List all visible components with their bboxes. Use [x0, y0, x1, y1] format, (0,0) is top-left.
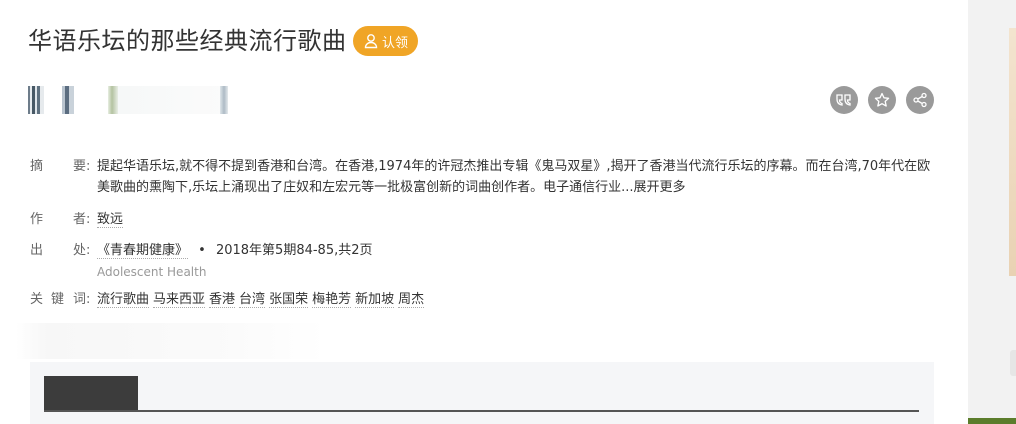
keywords-label: 关键词: [30, 292, 91, 307]
thumbnail-2[interactable] [62, 86, 74, 114]
keyword-link[interactable]: 马来西亚 [153, 292, 206, 308]
abstract-text: 提起华语乐坛,就不得不提到香港和台湾。在香港,1974年的许冠杰推出专辑《鬼马双… [97, 159, 931, 195]
divider-shadow [16, 323, 326, 359]
sidebar-image[interactable] [1009, 28, 1016, 276]
page-title: 华语乐坛的那些经典流行歌曲 [28, 27, 347, 55]
claim-button[interactable]: 认领 [353, 26, 418, 56]
author-label: 作者: [30, 212, 91, 227]
quote-icon [836, 93, 852, 107]
favorite-button[interactable] [868, 86, 896, 114]
source-label: 出处: [30, 243, 91, 258]
tab-underline [44, 410, 919, 412]
thumbnail-1[interactable] [28, 86, 44, 114]
abstract-label: 摘要: [30, 159, 91, 174]
tab-active[interactable] [44, 376, 138, 412]
user-icon [363, 33, 379, 49]
keyword-link[interactable]: 流行歌曲 [97, 292, 150, 308]
share-icon [912, 92, 928, 108]
content-panel [30, 362, 934, 424]
keyword-link[interactable]: 台湾 [239, 292, 266, 308]
keyword-link[interactable]: 梅艳芳 [312, 292, 352, 308]
source-value: 《青春期健康》 • 2018年第5期84-85,共2页 [97, 240, 373, 261]
journal-link[interactable]: 《青春期健康》 [97, 243, 189, 259]
keyword-link[interactable]: 周杰 [398, 292, 425, 308]
issue-info: 2018年第5期84-85,共2页 [215, 243, 373, 258]
source-separator: • [198, 243, 206, 258]
keyword-link[interactable]: 新加坡 [355, 292, 395, 308]
share-button[interactable] [906, 86, 934, 114]
thumbnail-4[interactable] [118, 86, 228, 114]
cite-button[interactable] [830, 86, 858, 114]
expand-more-link[interactable]: 展开更多 [634, 180, 686, 195]
claim-label: 认领 [381, 35, 408, 51]
thumbnail-5[interactable] [220, 86, 228, 114]
author-value: 致远 [97, 209, 124, 230]
star-icon [874, 92, 890, 108]
thumbnail-3[interactable] [108, 86, 118, 114]
keywords-list: 流行歌曲 马来西亚 香港 台湾 张国荣 梅艳芳 新加坡 周杰 [97, 289, 428, 310]
journal-english-name: Adolescent Health [97, 265, 207, 279]
sidebar-toggle[interactable] [1010, 350, 1016, 376]
keyword-link[interactable]: 香港 [209, 292, 236, 308]
author-link[interactable]: 致远 [97, 212, 124, 228]
sidebar-footer-image [968, 418, 1016, 424]
article-main: 华语乐坛的那些经典流行歌曲 认领 摘 要: 提起华语乐坛,就不得不提到香港和台湾… [0, 0, 968, 424]
keyword-link[interactable]: 张国荣 [269, 292, 309, 308]
